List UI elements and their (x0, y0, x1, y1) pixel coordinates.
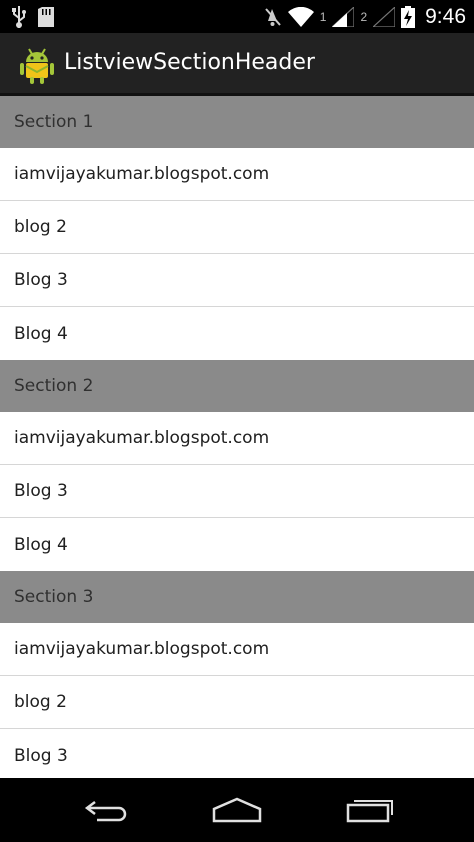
recent-apps-icon[interactable] (340, 794, 400, 826)
system-status-icons: 1 2 9:46 (264, 4, 466, 30)
list-item[interactable]: iamvijayakumar.blogspot.com (0, 148, 474, 201)
section-header: Section 3 (0, 571, 474, 623)
usb-icon (12, 6, 26, 28)
notification-icons (12, 6, 54, 28)
android-icon[interactable] (20, 46, 54, 84)
list-item[interactable]: Blog 3 (0, 465, 474, 518)
action-bar: ListviewSectionHeader (0, 33, 474, 96)
sd-card-icon (38, 7, 54, 27)
list-item[interactable]: Blog 3 (0, 729, 474, 778)
status-bar: 1 2 9:46 (0, 0, 474, 33)
section-header: Section 1 (0, 96, 474, 148)
list-item[interactable]: Blog 4 (0, 518, 474, 571)
battery-charging-icon (401, 6, 416, 28)
app-title: ListviewSectionHeader (64, 50, 315, 75)
home-icon[interactable] (207, 794, 267, 826)
list-item[interactable]: iamvijayakumar.blogspot.com (0, 412, 474, 465)
clock: 9:46 (425, 5, 466, 28)
back-icon[interactable] (76, 794, 136, 826)
list-item[interactable]: Blog 3 (0, 254, 474, 307)
sim1-label: 1 (319, 10, 327, 24)
section-header: Section 2 (0, 360, 474, 412)
section-list[interactable]: Section 1 iamvijayakumar.blogspot.com bl… (0, 96, 474, 778)
list-item[interactable]: iamvijayakumar.blogspot.com (0, 623, 474, 676)
signal-icon (373, 7, 396, 27)
list-item[interactable]: Blog 4 (0, 307, 474, 360)
signal-icon (332, 7, 355, 27)
list-item[interactable]: blog 2 (0, 676, 474, 729)
navigation-bar (0, 778, 474, 842)
wifi-icon (287, 7, 314, 27)
list-item[interactable]: blog 2 (0, 201, 474, 254)
mute-icon (264, 7, 282, 27)
sim2-label: 2 (360, 10, 368, 24)
